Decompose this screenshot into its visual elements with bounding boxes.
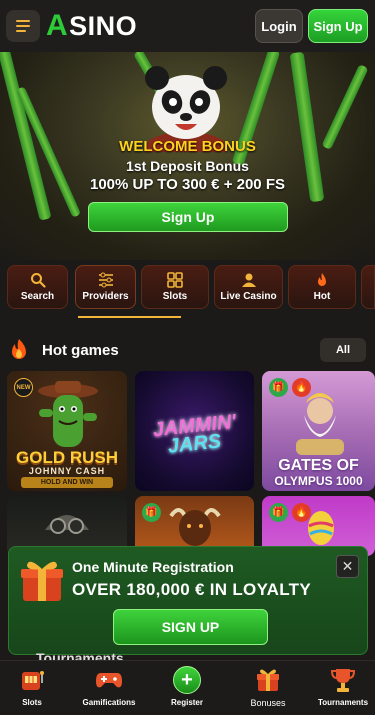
gift-icon: 🎁 — [142, 503, 161, 522]
category-label: Search — [20, 291, 55, 302]
casino-logo[interactable]: A SINO — [46, 9, 137, 43]
cactus-cowboy-icon — [38, 381, 98, 447]
category-label: Slots — [162, 291, 188, 302]
fire-icon — [12, 339, 26, 359]
category-slots[interactable]: Slots — [141, 265, 209, 309]
section-title: Hot games — [42, 341, 119, 359]
game-title: GOLD RUSH — [16, 448, 118, 467]
category-live-casino[interactable]: Live Casino — [214, 265, 283, 309]
welcome-bonus-banner[interactable]: WELCOME BONUS 1st Deposit Bonus 100% UP … — [0, 52, 375, 260]
menu-button[interactable] — [6, 10, 40, 42]
hamburger-line — [16, 25, 30, 27]
gift-icon — [254, 665, 282, 695]
slot-machine-icon — [18, 665, 46, 695]
category-more[interactable] — [361, 265, 375, 309]
bonus-offer-text: 100% UP TO 300 € + 200 FS — [90, 176, 285, 193]
hot-games-header: Hot games All — [8, 336, 368, 364]
bottom-nav-label: Slots — [22, 698, 42, 707]
hamburger-line — [16, 30, 26, 32]
bottom-nav-label: Register — [170, 698, 203, 707]
top-header: A SINO Login Sign Up — [0, 0, 375, 52]
aviator-goggles-icon — [45, 515, 89, 534]
game-subtitle: OLYMPUS 1000 — [274, 474, 363, 488]
search-icon — [30, 272, 46, 288]
zeus-icon — [296, 393, 344, 455]
fire-icon — [314, 272, 330, 288]
game-tile-jammin-jars[interactable]: JAMMIN' JARS — [135, 371, 254, 491]
welcome-bonus-title: WELCOME BONUS — [119, 138, 256, 155]
game-title: GATES OF — [278, 457, 359, 474]
bottom-nav-bonuses[interactable]: Bonuses — [233, 665, 303, 708]
game-tile-gold-rush[interactable]: NEW GOLD RUSH JOHNNY CASH HOLD AND WIN — [7, 371, 127, 491]
category-nav: Search Providers Slots Live Casino Hot — [0, 262, 375, 318]
bottom-nav-label: Bonuses — [250, 698, 286, 708]
hero-signup-button[interactable]: Sign Up — [88, 202, 288, 232]
new-badge: NEW — [14, 378, 33, 397]
bottom-nav-label: Gamifications — [82, 698, 136, 707]
all-games-button[interactable]: All — [320, 338, 366, 362]
hamburger-line — [16, 20, 30, 22]
game-tile-gates-of-olympus[interactable]: 🎁 🔥 GATES OF OLYMPUS 1000 — [262, 371, 375, 491]
bottom-nav-gamifications[interactable]: Gamifications — [74, 665, 144, 707]
category-providers[interactable]: Providers — [75, 265, 136, 309]
bottom-nav-register[interactable]: + Register — [152, 665, 222, 707]
popup-signup-button[interactable]: SIGN UP — [113, 609, 268, 645]
category-search[interactable]: Search — [7, 265, 68, 309]
login-button[interactable]: Login — [255, 9, 303, 43]
signup-button[interactable]: Sign Up — [308, 9, 368, 43]
sliders-icon — [98, 272, 114, 288]
bottom-nav-label: Tournaments — [317, 698, 369, 707]
buffalo-icon — [169, 508, 221, 546]
game-subtitle: JOHNNY CASH — [28, 466, 106, 476]
category-hot[interactable]: Hot — [288, 265, 356, 309]
candy-egg-icon — [308, 511, 334, 545]
logo-mark: A — [46, 9, 69, 42]
gift-box-icon — [21, 561, 63, 601]
registration-popup: One Minute Registration OVER 180,000 € I… — [8, 546, 368, 655]
deposit-bonus-label: 1st Deposit Bonus — [126, 158, 249, 174]
game-tagline: HOLD AND WIN — [21, 477, 113, 488]
dealer-icon — [241, 272, 257, 288]
category-label: Hot — [313, 291, 331, 302]
category-label: Providers — [82, 291, 129, 302]
bottom-nav: Slots Gamifications + Register Bonuses T… — [0, 660, 375, 715]
logo-text: SINO — [69, 10, 138, 41]
grid-icon — [167, 272, 183, 288]
category-label: Live Casino — [220, 291, 277, 302]
popup-subtitle: OVER 180,000 € IN LOYALTY — [72, 580, 311, 599]
bottom-nav-slots[interactable]: Slots — [0, 665, 67, 707]
popup-title: One Minute Registration — [72, 559, 234, 575]
bottom-nav-tournaments[interactable]: Tournaments — [308, 665, 375, 707]
gamepad-icon — [95, 665, 123, 695]
plus-icon: + — [173, 665, 201, 695]
gift-icon: 🎁 — [269, 503, 288, 522]
close-icon[interactable]: ✕ — [336, 555, 359, 578]
active-tab-indicator — [78, 316, 181, 318]
trophy-icon — [329, 665, 357, 695]
